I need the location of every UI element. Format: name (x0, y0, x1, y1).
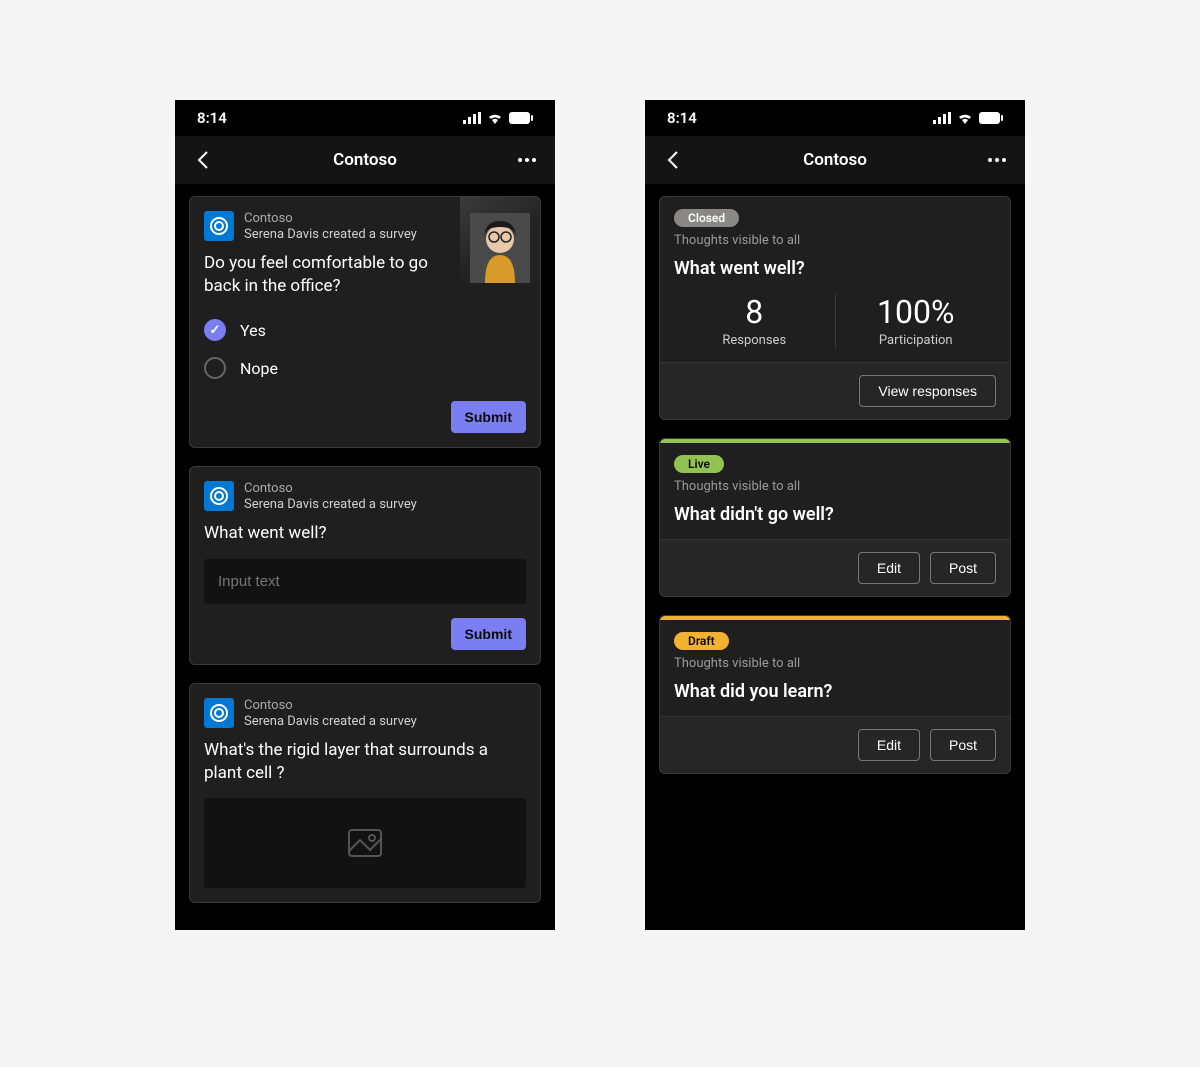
status-badge: Live (674, 455, 724, 473)
response-input[interactable] (204, 559, 526, 604)
more-button[interactable] (513, 146, 541, 174)
edit-button[interactable]: Edit (858, 552, 920, 584)
visibility-text: Thoughts visible to all (674, 656, 996, 671)
summary-question: What went well? (674, 258, 996, 279)
summary-question: What didn't go well? (674, 504, 996, 525)
image-icon (348, 829, 382, 857)
phone-right: 8:14 Contoso Closed Thoughts visible to … (645, 100, 1025, 930)
post-button[interactable]: Post (930, 552, 996, 584)
nav-bar: Contoso (645, 136, 1025, 184)
back-button[interactable] (659, 146, 687, 174)
option-label: Nope (240, 359, 278, 378)
stat-label: Participation (836, 333, 997, 348)
stats-row: 8 Responses 100% Participation (674, 293, 996, 348)
ellipsis-icon (987, 157, 1007, 163)
video-pip[interactable] (460, 197, 540, 283)
app-name: Contoso (244, 211, 417, 227)
status-badge: Draft (674, 632, 729, 650)
visibility-text: Thoughts visible to all (674, 479, 996, 494)
status-time: 8:14 (197, 109, 227, 127)
visibility-text: Thoughts visible to all (674, 233, 996, 248)
summary-card-draft: Draft Thoughts visible to all What did y… (659, 615, 1011, 774)
stat-label: Responses (674, 333, 835, 348)
chevron-left-icon (667, 151, 679, 169)
view-responses-button[interactable]: View responses (859, 375, 996, 407)
app-icon (204, 698, 234, 728)
post-button[interactable]: Post (930, 729, 996, 761)
submit-button[interactable]: Submit (451, 401, 526, 433)
person-avatar-icon (470, 213, 530, 283)
chevron-left-icon (197, 151, 209, 169)
status-bar: 8:14 (175, 100, 555, 136)
content: Closed Thoughts visible to all What went… (645, 184, 1025, 930)
wifi-icon (957, 112, 973, 124)
back-button[interactable] (189, 146, 217, 174)
app-icon (204, 481, 234, 511)
wifi-icon (487, 112, 503, 124)
card-subtitle: Serena Davis created a survey (244, 714, 417, 729)
status-icons (933, 112, 1003, 124)
survey-card: Contoso Serena Davis created a survey Wh… (189, 683, 541, 903)
survey-card: Contoso Serena Davis created a survey Wh… (189, 466, 541, 665)
survey-question: What's the rigid layer that surrounds a … (204, 739, 526, 785)
summary-card-live: Live Thoughts visible to all What didn't… (659, 438, 1011, 597)
card-header: Contoso Serena Davis created a survey (204, 698, 526, 729)
status-time: 8:14 (667, 109, 697, 127)
card-subtitle: Serena Davis created a survey (244, 497, 417, 512)
image-placeholder[interactable] (204, 798, 526, 888)
radio-selected-icon (204, 319, 226, 341)
survey-question: What went well? (204, 522, 526, 545)
card-subtitle: Serena Davis created a survey (244, 227, 417, 242)
content: Contoso Serena Davis created a survey Do… (175, 184, 555, 930)
ellipsis-icon (517, 157, 537, 163)
stat-value: 8 (674, 293, 835, 331)
submit-button[interactable]: Submit (451, 618, 526, 650)
nav-title: Contoso (175, 150, 555, 170)
nav-title: Contoso (645, 150, 1025, 170)
app-icon (204, 211, 234, 241)
option-nope[interactable]: Nope (204, 349, 526, 387)
survey-card: Contoso Serena Davis created a survey Do… (189, 196, 541, 448)
more-button[interactable] (983, 146, 1011, 174)
app-name: Contoso (244, 481, 417, 497)
status-bar: 8:14 (645, 100, 1025, 136)
status-icons (463, 112, 533, 124)
option-yes[interactable]: Yes (204, 311, 526, 349)
signal-icon (463, 112, 481, 124)
circle-swirl-icon (209, 216, 229, 236)
card-meta: Contoso Serena Davis created a survey (244, 211, 417, 242)
app-name: Contoso (244, 698, 417, 714)
stat-participation: 100% Participation (835, 293, 997, 348)
stat-value: 100% (836, 293, 997, 331)
status-badge: Closed (674, 209, 739, 227)
battery-icon (509, 112, 533, 124)
summary-card-closed: Closed Thoughts visible to all What went… (659, 196, 1011, 420)
radio-icon (204, 357, 226, 379)
summary-question: What did you learn? (674, 681, 996, 702)
circle-swirl-icon (209, 486, 229, 506)
signal-icon (933, 112, 951, 124)
option-label: Yes (240, 321, 266, 340)
phone-left: 8:14 Contoso (175, 100, 555, 930)
card-header: Contoso Serena Davis created a survey (204, 481, 526, 512)
circle-swirl-icon (209, 703, 229, 723)
nav-bar: Contoso (175, 136, 555, 184)
edit-button[interactable]: Edit (858, 729, 920, 761)
stat-responses: 8 Responses (674, 293, 835, 348)
battery-icon (979, 112, 1003, 124)
